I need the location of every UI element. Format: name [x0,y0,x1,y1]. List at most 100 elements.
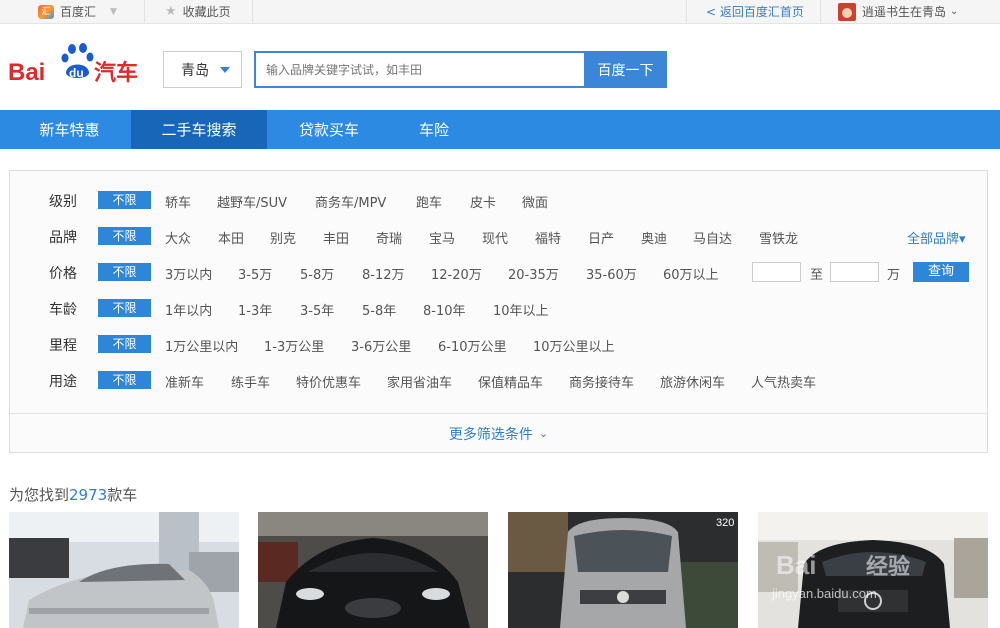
baiduhui-link[interactable]: 汇 百度汇 ▼ [38,0,117,23]
filter-option[interactable]: 日产 [588,228,614,247]
filter-option[interactable]: 8-10年 [423,300,466,319]
baiduhui-logo-icon: 汇 [38,4,54,19]
filter-option[interactable]: 保值精品车 [478,372,543,391]
tab-new-car-deals[interactable]: 新车特惠 [17,110,122,149]
filter-option[interactable]: 10万公里以上 [533,336,615,355]
filter-option[interactable]: 旅游休闲车 [660,372,725,391]
filter-any-button[interactable]: 不限 [98,371,151,389]
filter-option[interactable]: 3-5年 [300,300,334,319]
car-thumbnail-silver-sedan[interactable] [9,512,239,628]
filter-option[interactable]: 8-12万 [362,264,405,283]
filter-option[interactable]: 福特 [535,228,561,247]
filter-option[interactable]: 1-3万公里 [264,336,324,355]
filter-option[interactable]: 本田 [218,228,244,247]
filter-option[interactable]: 微面 [522,192,548,211]
filter-option[interactable]: 20-35万 [508,264,559,283]
filter-option[interactable]: 皮卡 [470,192,496,211]
car-thumbnail-silver-van[interactable]: 320 [508,512,738,628]
price-max-input[interactable] [830,262,879,282]
user-name: 逍遥书生在青岛 [862,5,947,19]
car-tag-text: 320 [716,517,734,529]
filter-option[interactable]: 商务接待车 [569,372,634,391]
avatar [838,2,856,21]
price-query-button[interactable]: 查询 [913,262,969,282]
filter-option[interactable]: 别克 [270,228,296,247]
filter-option[interactable]: 现代 [482,228,508,247]
filter-option[interactable]: 60万以上 [663,264,719,283]
filter-option[interactable]: 大众 [165,228,191,247]
filter-row-mileage: 里程 不限 1万公里以内 1-3万公里 3-6万公里 6-10万公里 10万公里… [10,333,987,355]
baidu-auto-logo[interactable]: Bai du 汽车 [8,40,148,86]
filter-row-class: 级别 不限 轿车 越野车/SUV 商务车/MPV 跑车 皮卡 微面 [10,189,987,211]
results-count: 为您找到2973款车 [9,484,137,505]
filter-any-button[interactable]: 不限 [98,335,151,353]
bookmark-link[interactable]: ★ 收藏此页 [165,0,231,23]
baiduhui-label: 百度汇 [60,5,97,19]
dropdown-triangle-icon [220,67,230,73]
filter-option[interactable]: 练手车 [231,372,270,391]
filter-row-brand: 品牌 不限 大众 本田 别克 丰田 奇瑞 宝马 现代 福特 日产 奥迪 马自达 … [10,225,987,247]
filter-option[interactable]: 丰田 [323,228,349,247]
filter-option[interactable]: 1万公里以内 [165,336,238,355]
tab-car-loan[interactable]: 贷款买车 [284,110,374,149]
filter-option[interactable]: 3-5万 [238,264,272,283]
filter-label: 价格 [49,266,77,282]
filter-option[interactable]: 宝马 [429,228,455,247]
filter-row-age: 车龄 不限 1年以内 1-3年 3-5年 5-8年 8-10年 10年以上 [10,297,987,319]
filter-option[interactable]: 马自达 [693,228,732,247]
more-filters-label: 更多筛选条件 [448,426,533,443]
price-min-input[interactable] [752,262,801,282]
price-unit-label: 万 [887,268,901,283]
filter-option[interactable]: 家用省油车 [387,372,452,391]
chevron-down-icon[interactable]: ▼ [110,7,117,17]
filter-option[interactable]: 3万以内 [165,264,212,283]
filter-option[interactable]: 10年以上 [493,300,549,319]
filter-option[interactable]: 1年以内 [165,300,212,319]
search-input[interactable] [254,51,585,88]
car-thumbnail-black-suv[interactable]: Bai 经验 jingyan.baidu.com [758,512,988,628]
user-menu[interactable]: 逍遥书生在青岛 ⌄ [838,0,958,23]
filter-option[interactable]: 6-10万公里 [438,336,507,355]
star-icon: ★ [165,4,177,19]
filter-label: 车龄 [49,302,77,318]
bookmark-label: 收藏此页 [182,5,231,19]
filter-option[interactable]: 3-6万公里 [351,336,411,355]
filter-option[interactable]: 跑车 [416,192,442,211]
logo-text-auto: 汽车 [94,60,138,86]
filter-option[interactable]: 奇瑞 [376,228,402,247]
filter-option[interactable]: 35-60万 [586,264,637,283]
main-nav: 新车特惠 二手车搜索 贷款买车 车险 [0,110,1000,149]
filter-option[interactable]: 人气热卖车 [751,372,816,391]
all-brands-dropdown[interactable]: 全部品牌▾ [907,228,966,247]
filter-option[interactable]: 准新车 [165,372,204,391]
back-home-label: < 返回百度汇首页 [706,5,804,19]
filter-option[interactable]: 越野车/SUV [217,192,287,211]
more-filters-toggle[interactable]: 更多筛选条件 ⌄ [10,413,987,453]
filter-option[interactable]: 奥迪 [641,228,667,247]
search-button[interactable]: 百度一下 [584,51,667,88]
filter-option[interactable]: 轿车 [165,192,191,211]
filter-any-button[interactable]: 不限 [98,227,151,245]
filter-any-button[interactable]: 不限 [98,299,151,317]
filter-label: 用途 [49,374,77,390]
city-selector[interactable]: 青岛 [163,51,242,88]
filter-any-button[interactable]: 不限 [98,263,151,281]
tab-car-insurance[interactable]: 车险 [405,110,463,149]
watermark-jingyan: 经验 [866,554,910,580]
filter-option[interactable]: 商务车/MPV [315,192,386,211]
filter-option[interactable]: 特价优惠车 [296,372,361,391]
filter-any-button[interactable]: 不限 [98,191,151,209]
city-label: 青岛 [181,62,209,79]
results-number: 2973 [69,486,108,504]
filter-option[interactable]: 5-8万 [300,264,334,283]
filter-option[interactable]: 1-3年 [238,300,272,319]
filter-option[interactable]: 雪铁龙 [759,228,798,247]
filter-row-price: 价格 不限 3万以内 3-5万 5-8万 8-12万 12-20万 20-35万… [10,261,987,283]
tab-used-car-search[interactable]: 二手车搜索 [131,110,267,149]
car-thumbnail-black-sedan[interactable] [258,512,488,628]
filter-option[interactable]: 5-8年 [362,300,396,319]
filter-option[interactable]: 12-20万 [431,264,482,283]
back-home-link[interactable]: < 返回百度汇首页 [706,0,804,23]
results-prefix: 为您找到 [9,486,70,504]
top-bar: 汇 百度汇 ▼ ★ 收藏此页 < 返回百度汇首页 逍遥书生在青岛 ⌄ [0,0,1000,24]
